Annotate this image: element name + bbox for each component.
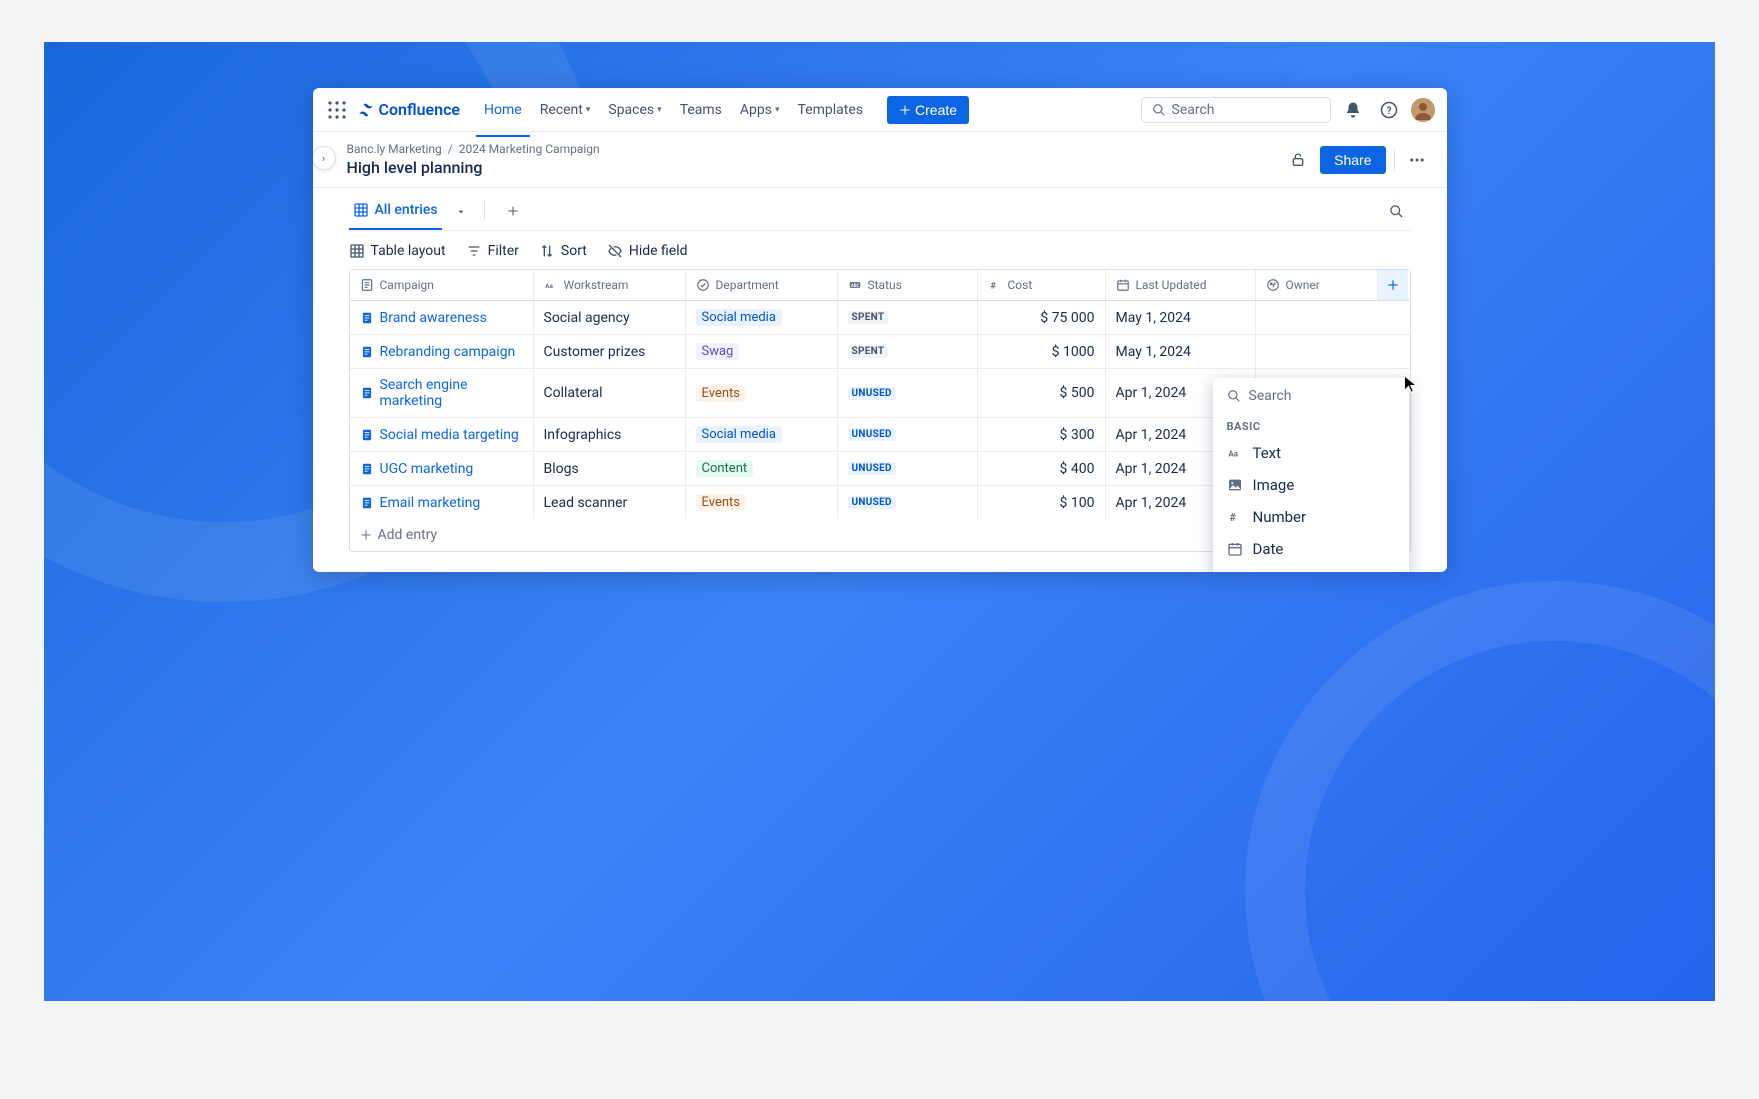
sort-button[interactable]: Sort — [539, 243, 587, 259]
add-column-button[interactable] — [1378, 270, 1408, 300]
filter-button[interactable]: Filter — [466, 243, 519, 259]
table-row: Brand awarenessSocial agencySocial media… — [350, 301, 1410, 335]
app-window: Confluence HomeRecent▾Spaces▾TeamsApps▾T… — [313, 88, 1447, 572]
dropdown-item-date[interactable]: Date — [1213, 533, 1409, 565]
svg-text:#: # — [990, 281, 996, 292]
col-header-department[interactable]: Department — [686, 270, 838, 300]
background: Confluence HomeRecent▾Spaces▾TeamsApps▾T… — [44, 42, 1715, 1001]
cell-workstream[interactable]: Social agency — [534, 301, 686, 334]
cell-workstream[interactable]: Blogs — [534, 452, 686, 485]
cell-department[interactable]: Social media — [686, 301, 838, 334]
field-type-dropdown: Search BASIC AaTextImage#NumberDateTagUs… — [1213, 378, 1409, 572]
cell-status[interactable]: UNUSED — [838, 452, 978, 485]
cell-status[interactable]: UNUSED — [838, 369, 978, 417]
cell-workstream[interactable]: Customer prizes — [534, 335, 686, 368]
table-row: Rebranding campaignCustomer prizesSwagSP… — [350, 335, 1410, 369]
breadcrumb-page[interactable]: 2024 Marketing Campaign — [459, 142, 600, 156]
cell-workstream[interactable]: Collateral — [534, 369, 686, 417]
logo-text: Confluence — [379, 100, 461, 119]
cell-cost[interactable]: $ 400 — [978, 452, 1106, 485]
cell-cost[interactable]: $ 1000 — [978, 335, 1106, 368]
breadcrumb: Banc.ly Marketing / 2024 Marketing Campa… — [347, 142, 1285, 156]
svg-text:ABC: ABC — [850, 283, 858, 288]
cell-campaign[interactable]: UGC marketing — [350, 452, 534, 485]
logo[interactable]: Confluence — [357, 100, 461, 119]
col-header-cost[interactable]: # Cost — [978, 270, 1106, 300]
nav-item-spaces[interactable]: Spaces▾ — [600, 94, 669, 126]
cell-department[interactable]: Swag — [686, 335, 838, 368]
svg-text:#: # — [1229, 511, 1236, 524]
cell-status[interactable]: SPENT — [838, 301, 978, 334]
cell-department[interactable]: Events — [686, 486, 838, 519]
cell-department[interactable]: Content — [686, 452, 838, 485]
notifications-icon[interactable] — [1339, 96, 1367, 124]
cell-campaign[interactable]: Rebranding campaign — [350, 335, 534, 368]
search-input[interactable]: Search — [1141, 97, 1331, 123]
nav-item-apps[interactable]: Apps▾ — [732, 94, 788, 126]
add-view-icon[interactable] — [501, 202, 525, 221]
cell-status[interactable]: UNUSED — [838, 418, 978, 451]
search-placeholder: Search — [1172, 102, 1215, 118]
help-icon[interactable]: ? — [1375, 96, 1403, 124]
dropdown-item-number[interactable]: #Number — [1213, 501, 1409, 533]
cell-cost[interactable]: $ 100 — [978, 486, 1106, 519]
dropdown-item-image[interactable]: Image — [1213, 469, 1409, 501]
svg-text:Aa: Aa — [1228, 449, 1238, 458]
cell-cost[interactable]: $ 300 — [978, 418, 1106, 451]
view-tab-all-entries[interactable]: All entries — [349, 192, 442, 230]
nav-item-recent[interactable]: Recent▾ — [532, 94, 599, 126]
more-actions-icon[interactable] — [1403, 146, 1431, 174]
table-search-icon[interactable] — [1383, 197, 1411, 225]
toolbar: Table layout Filter Sort Hide field — [349, 233, 1411, 269]
restrictions-icon[interactable] — [1284, 146, 1312, 174]
cell-campaign[interactable]: Search engine marketing — [350, 369, 534, 417]
cell-campaign[interactable]: Social media targeting — [350, 418, 534, 451]
share-button[interactable]: Share — [1320, 146, 1385, 174]
app-switcher-icon[interactable] — [325, 98, 349, 122]
dropdown-item-text[interactable]: AaText — [1213, 437, 1409, 469]
cell-cost[interactable]: $ 75 000 — [978, 301, 1106, 334]
cell-status[interactable]: SPENT — [838, 335, 978, 368]
page-header: › Banc.ly Marketing / 2024 Marketing Cam… — [313, 132, 1447, 188]
nav-item-teams[interactable]: Teams — [672, 94, 730, 126]
breadcrumb-space[interactable]: Banc.ly Marketing — [347, 142, 442, 156]
cell-workstream[interactable]: Lead scanner — [534, 486, 686, 519]
nav-item-templates[interactable]: Templates — [790, 94, 872, 126]
col-header-campaign[interactable]: Campaign — [350, 270, 534, 300]
cell-updated[interactable]: May 1, 2024 — [1106, 301, 1256, 334]
app-header: Confluence HomeRecent▾Spaces▾TeamsApps▾T… — [313, 88, 1447, 132]
view-tab-dropdown-icon[interactable] — [450, 202, 472, 221]
dropdown-item-tag[interactable]: Tag — [1213, 565, 1409, 572]
dropdown-section-basic: BASIC — [1213, 414, 1409, 437]
col-header-workstream[interactable]: Aa Workstream — [534, 270, 686, 300]
page-title: High level planning — [347, 158, 1285, 177]
cell-workstream[interactable]: Infographics — [534, 418, 686, 451]
table-layout-button[interactable]: Table layout — [349, 243, 446, 259]
cell-cost[interactable]: $ 500 — [978, 369, 1106, 417]
svg-text:Aa: Aa — [545, 282, 553, 290]
cell-updated[interactable]: May 1, 2024 — [1106, 335, 1256, 368]
sidebar-toggle-icon[interactable]: › — [313, 146, 336, 170]
hide-field-button[interactable]: Hide field — [607, 243, 688, 259]
dropdown-search-input[interactable]: Search — [1213, 378, 1409, 414]
col-header-last-updated[interactable]: Last Updated — [1106, 270, 1256, 300]
cell-status[interactable]: UNUSED — [838, 486, 978, 519]
cell-campaign[interactable]: Brand awareness — [350, 301, 534, 334]
cell-department[interactable]: Social media — [686, 418, 838, 451]
cell-owner[interactable] — [1256, 335, 1410, 368]
svg-text:?: ? — [1386, 105, 1391, 116]
col-header-owner[interactable]: Owner — [1256, 270, 1378, 300]
cell-owner[interactable] — [1256, 301, 1410, 334]
cell-department[interactable]: Events — [686, 369, 838, 417]
nav-item-home[interactable]: Home — [476, 94, 530, 126]
cell-campaign[interactable]: Email marketing — [350, 486, 534, 519]
nav: HomeRecent▾Spaces▾TeamsApps▾Templates — [476, 94, 871, 126]
create-button[interactable]: Create — [887, 96, 969, 124]
avatar[interactable] — [1411, 98, 1435, 122]
col-header-status[interactable]: ABC Status — [838, 270, 978, 300]
